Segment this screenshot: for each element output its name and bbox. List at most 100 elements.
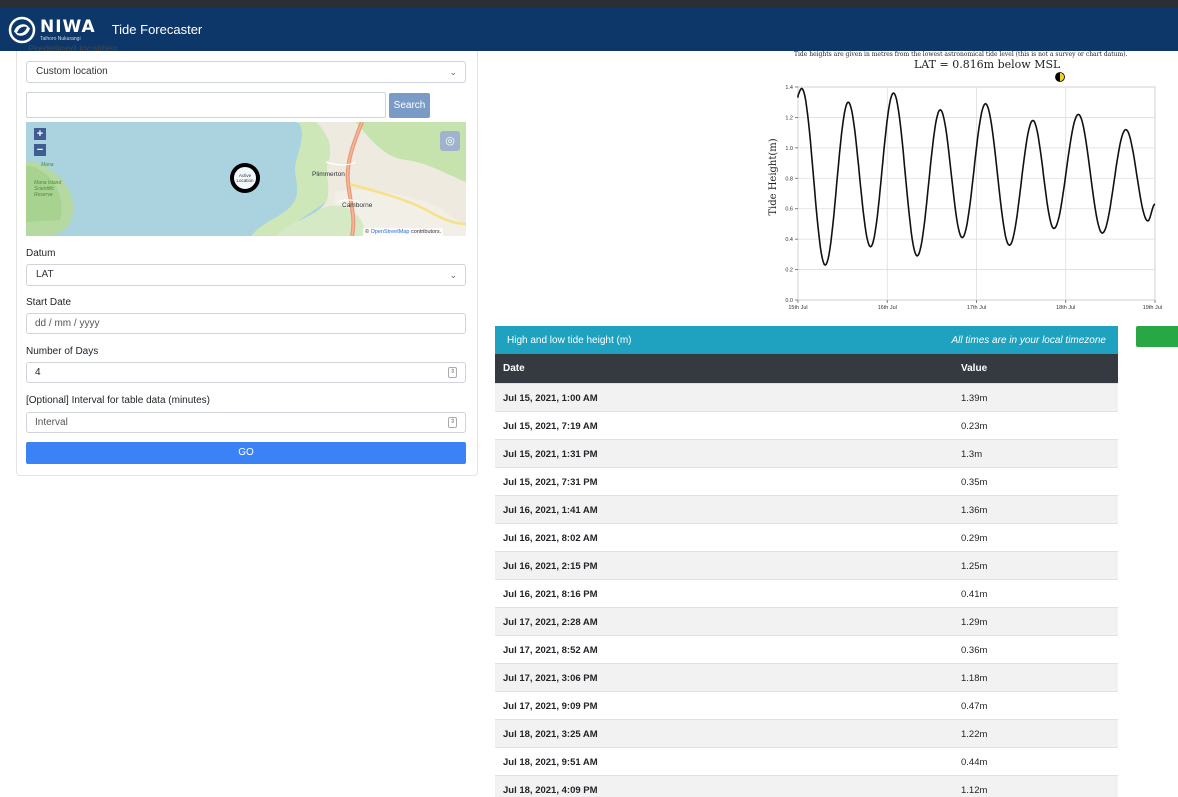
column-value: Value <box>961 363 988 374</box>
x-tick-label: 18th Jul <box>1056 305 1075 311</box>
spinner-icon[interactable]: ⇕ <box>448 417 457 428</box>
niwa-swirl-icon <box>8 16 36 43</box>
row-date: Jul 18, 2021, 3:25 AM <box>503 729 598 740</box>
locality-select-value: Custom location <box>36 66 108 77</box>
locality-select[interactable]: Custom location ⌄ <box>26 61 466 83</box>
row-value: 0.47m <box>961 701 988 712</box>
table-row: Jul 18, 2021, 9:51 AM 0.44m <box>495 747 1118 775</box>
table-row: Jul 17, 2021, 9:09 PM 0.47m <box>495 691 1118 719</box>
datum-select[interactable]: LAT ⌄ <box>26 264 466 286</box>
y-tick-label: 1.0 <box>785 146 793 152</box>
table-row: Jul 16, 2021, 8:02 AM 0.29m <box>495 523 1118 551</box>
y-tick-label: 0.4 <box>785 237 793 243</box>
x-tick-label: 16th Jul <box>878 305 897 311</box>
row-date: Jul 16, 2021, 8:02 AM <box>503 533 598 544</box>
table-row: Jul 18, 2021, 4:09 PM 1.12m <box>495 775 1118 797</box>
location-map[interactable]: Active Location Plimmerton Camborne Mana… <box>26 122 466 236</box>
locate-me-icon[interactable]: ◎ <box>440 131 460 151</box>
chart-y-axis-label: Tide Height(m) <box>768 138 779 215</box>
map-attribution: © OpenStreetMap contributors. <box>363 228 444 236</box>
row-value: 1.12m <box>961 785 988 796</box>
map-place-label: Camborne <box>342 202 373 209</box>
row-date: Jul 18, 2021, 9:51 AM <box>503 757 598 768</box>
interval-label: [Optional] Interval for table data (minu… <box>26 395 210 406</box>
table-row: Jul 16, 2021, 2:15 PM 1.25m <box>495 551 1118 579</box>
row-date: Jul 15, 2021, 1:00 AM <box>503 393 598 404</box>
row-value: 1.22m <box>961 729 988 740</box>
interval-input[interactable]: Interval ⇕ <box>26 412 466 433</box>
row-date: Jul 15, 2021, 7:31 PM <box>503 477 598 488</box>
table-row: Jul 16, 2021, 1:41 AM 1.36m <box>495 495 1118 523</box>
chart-datum-note: Tide heights are given in metres from th… <box>794 51 1128 58</box>
tide-table-title: High and low tide height (m) <box>507 335 632 346</box>
start-date-placeholder: dd / mm / yyyy <box>35 318 100 329</box>
row-value: 1.3m <box>961 449 983 460</box>
row-value: 0.36m <box>961 645 988 656</box>
row-value: 0.29m <box>961 533 988 544</box>
navbar: NIWA Taihoro Nukurangi Tide Forecaster <box>0 8 1178 51</box>
map-place-label: Mana <box>41 162 54 168</box>
chevron-down-icon: ⌄ <box>449 270 457 280</box>
row-date: Jul 16, 2021, 2:15 PM <box>503 561 598 572</box>
column-date: Date <box>503 363 525 374</box>
chevron-down-icon: ⌄ <box>449 67 457 77</box>
y-tick-label: 1.2 <box>785 115 793 121</box>
search-input[interactable] <box>26 92 386 118</box>
row-date: Jul 15, 2021, 7:19 AM <box>503 421 598 432</box>
row-value: 1.18m <box>961 673 988 684</box>
start-date-input[interactable]: dd / mm / yyyy <box>26 313 466 334</box>
brand-tagline: Taihoro Nukurangi <box>40 35 81 42</box>
table-row: Jul 15, 2021, 7:31 PM 0.35m <box>495 467 1118 495</box>
y-tick-label: 0.8 <box>785 176 793 182</box>
start-date-label: Start Date <box>26 297 72 308</box>
row-date: Jul 18, 2021, 4:09 PM <box>503 785 598 796</box>
brand-name: NIWA <box>40 16 96 37</box>
openstreetmap-link[interactable]: OpenStreetMap <box>371 229 410 235</box>
row-date: Jul 17, 2021, 8:52 AM <box>503 645 598 656</box>
datum-select-value: LAT <box>36 269 54 280</box>
table-row: Jul 17, 2021, 3:06 PM 1.18m <box>495 663 1118 691</box>
browser-top-strip <box>0 0 1178 8</box>
row-value: 0.35m <box>961 477 988 488</box>
row-value: 1.25m <box>961 561 988 572</box>
table-row: Jul 15, 2021, 7:19 AM 0.23m <box>495 411 1118 439</box>
table-row: Jul 17, 2021, 2:28 AM 1.29m <box>495 607 1118 635</box>
green-action-button[interactable] <box>1136 326 1178 347</box>
map-zoom-in-button[interactable]: + <box>34 128 46 140</box>
table-row: Jul 17, 2021, 8:52 AM 0.36m <box>495 635 1118 663</box>
row-date: Jul 16, 2021, 1:41 AM <box>503 505 598 516</box>
row-date: Jul 15, 2021, 1:31 PM <box>503 449 598 460</box>
x-tick-label: 19th Jul <box>1143 305 1162 311</box>
y-tick-label: 1.4 <box>785 85 793 91</box>
x-tick-label: 15th Jul <box>788 305 807 311</box>
tide-table-columns: Date Value <box>495 354 1118 383</box>
tide-table-header: High and low tide height (m) All times a… <box>495 326 1118 354</box>
map-place-label: Plimmerton <box>312 171 345 178</box>
go-button[interactable]: GO <box>26 442 466 464</box>
row-date: Jul 17, 2021, 3:06 PM <box>503 673 598 684</box>
table-row: Jul 18, 2021, 3:25 AM 1.22m <box>495 719 1118 747</box>
table-row: Jul 16, 2021, 8:16 PM 0.41m <box>495 579 1118 607</box>
row-value: 1.36m <box>961 505 988 516</box>
y-tick-label: 0.6 <box>785 207 793 213</box>
map-zoom-out-button[interactable]: − <box>34 144 46 156</box>
row-value: 0.41m <box>961 589 988 600</box>
row-value: 0.23m <box>961 421 988 432</box>
y-tick-label: 0.2 <box>785 268 793 274</box>
number-of-days-value: 4 <box>35 367 41 378</box>
datum-label: Datum <box>26 248 56 259</box>
tide-chart: 0.0 0.2 0.4 0.6 0.8 1.0 1.2 1.4 15th Jul 16th Jul… <box>768 72 1162 311</box>
row-date: Jul 17, 2021, 9:09 PM <box>503 701 598 712</box>
niwa-logo[interactable]: NIWA Taihoro Nukurangi <box>8 16 96 44</box>
tide-table-body: Jul 15, 2021, 1:00 AM 1.39m Jul 15, 2021, … <box>495 383 1118 797</box>
row-value: 0.44m <box>961 757 988 768</box>
row-date: Jul 17, 2021, 2:28 AM <box>503 617 598 628</box>
app-title[interactable]: Tide Forecaster <box>112 22 203 37</box>
map-tiles: Active Location Plimmerton Camborne Mana… <box>26 122 466 236</box>
table-row: Jul 15, 2021, 1:00 AM 1.39m <box>495 383 1118 411</box>
search-button[interactable]: Search <box>389 93 430 118</box>
number-of-days-input[interactable]: 4 ⇕ <box>26 362 466 383</box>
row-date: Jul 16, 2021, 8:16 PM <box>503 589 598 600</box>
spinner-icon[interactable]: ⇕ <box>448 367 457 378</box>
x-tick-label: 17th Jul <box>967 305 986 311</box>
